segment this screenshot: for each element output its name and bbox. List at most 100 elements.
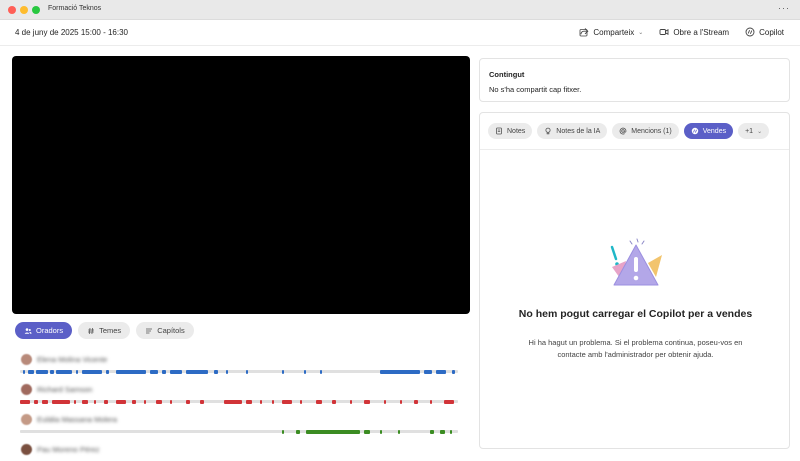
tab-topics[interactable]: Temes	[78, 322, 131, 339]
share-button[interactable]: Comparteix ⌄	[579, 27, 643, 37]
notes-icon	[496, 127, 502, 135]
people-icon	[24, 327, 32, 334]
speaking-segment[interactable]	[56, 369, 72, 374]
speaking-segment[interactable]	[186, 369, 208, 374]
speaking-segment[interactable]	[74, 399, 76, 404]
window-title: Formació Teknos	[48, 5, 102, 12]
speaking-segment[interactable]	[186, 399, 190, 404]
speaking-segment[interactable]	[272, 399, 274, 404]
speaking-segment[interactable]	[398, 429, 400, 434]
speaking-segment[interactable]	[144, 399, 146, 404]
speaking-segment[interactable]	[424, 369, 432, 374]
speaking-segment[interactable]	[28, 369, 34, 374]
speaking-segment[interactable]	[50, 369, 54, 374]
tab-chapters-label: Capítols	[157, 326, 185, 335]
speaking-segment[interactable]	[23, 369, 25, 374]
speaking-segment[interactable]	[116, 369, 146, 374]
speaking-segment[interactable]	[200, 399, 204, 404]
speaking-segment[interactable]	[320, 369, 322, 374]
speaker-timeline[interactable]	[20, 399, 458, 404]
speaker-timeline[interactable]	[20, 429, 458, 434]
speaker-timeline[interactable]	[20, 369, 458, 374]
speaking-segment[interactable]	[300, 399, 302, 404]
speaking-segment[interactable]	[364, 399, 370, 404]
speaking-segment[interactable]	[282, 369, 284, 374]
speaking-segment[interactable]	[384, 399, 386, 404]
speaker-row[interactable]: Richard Samson	[18, 382, 460, 412]
close-window-button[interactable]	[8, 6, 16, 14]
speaking-segment[interactable]	[282, 399, 292, 404]
speaking-segment[interactable]	[380, 429, 382, 434]
tab-ai-notes-label: Notes de la IA	[556, 127, 601, 135]
speaking-segment[interactable]	[450, 429, 452, 434]
speaker-row[interactable]: Eulàlia Massana Molera	[18, 412, 460, 442]
speaking-segment[interactable]	[400, 399, 402, 404]
more-tabs-label: +1	[745, 127, 754, 135]
speaking-segment[interactable]	[444, 399, 454, 404]
speaking-segment[interactable]	[380, 369, 420, 374]
speaking-segment[interactable]	[224, 399, 242, 404]
speaking-segment[interactable]	[82, 399, 88, 404]
speaking-segment[interactable]	[316, 399, 322, 404]
speaking-segment[interactable]	[150, 369, 158, 374]
open-in-stream-button[interactable]: Obre a l'Stream	[659, 27, 729, 37]
speaking-segment[interactable]	[304, 369, 306, 374]
chevron-down-icon: ⌄	[638, 29, 644, 36]
speaking-segment[interactable]	[104, 399, 108, 404]
speaking-segment[interactable]	[132, 399, 136, 404]
tab-sales-label: Vendes	[702, 127, 727, 135]
tab-sales[interactable]: Vendes	[683, 123, 734, 139]
tab-speakers[interactable]: Oradors	[15, 322, 73, 339]
speaking-segment[interactable]	[20, 399, 30, 404]
zoom-window-button[interactable]	[32, 6, 40, 14]
speaking-segment[interactable]	[246, 369, 248, 374]
speaking-segment[interactable]	[260, 399, 262, 404]
warning-illustration-icon	[610, 238, 662, 286]
avatar	[21, 444, 32, 455]
speaking-segment[interactable]	[364, 429, 370, 434]
speaking-segment[interactable]	[214, 369, 218, 374]
speaking-segment[interactable]	[430, 399, 432, 404]
speaking-segment[interactable]	[436, 369, 446, 374]
speaking-segment[interactable]	[306, 429, 360, 434]
speaking-segment[interactable]	[452, 369, 455, 374]
speaking-segment[interactable]	[296, 429, 300, 434]
tab-mentions[interactable]: Mencions (1)	[612, 123, 679, 139]
speaking-segment[interactable]	[350, 399, 352, 404]
speaking-segment[interactable]	[226, 369, 228, 374]
speaking-segment[interactable]	[106, 369, 109, 374]
speaking-segment[interactable]	[246, 399, 252, 404]
speaking-segment[interactable]	[36, 369, 48, 374]
speaking-segment[interactable]	[116, 399, 126, 404]
share-label: Comparteix	[593, 27, 635, 37]
speaking-segment[interactable]	[82, 369, 102, 374]
speaker-row[interactable]: Pau Moreno Pérez	[18, 442, 460, 461]
speaking-segment[interactable]	[76, 369, 78, 374]
speaking-segment[interactable]	[332, 399, 336, 404]
minimize-window-button[interactable]	[20, 6, 28, 14]
speaking-segment[interactable]	[42, 399, 48, 404]
divider	[480, 149, 789, 150]
tab-chapters[interactable]: Capítols	[136, 322, 194, 339]
speaking-segment[interactable]	[156, 399, 162, 404]
video-player[interactable]	[12, 56, 470, 314]
speaking-segment[interactable]	[52, 399, 70, 404]
tab-ai-notes[interactable]: Notes de la IA	[537, 123, 608, 139]
speaking-segment[interactable]	[170, 399, 172, 404]
speaker-row[interactable]: Elena Molina Vicente	[18, 352, 460, 382]
window-more-button[interactable]: ···	[778, 3, 790, 13]
more-tabs-button[interactable]: +1 ⌄	[738, 123, 770, 139]
speaking-segment[interactable]	[282, 429, 284, 434]
speaking-segment[interactable]	[34, 399, 38, 404]
tab-notes[interactable]: Notes	[488, 123, 533, 139]
tab-speakers-label: Oradors	[36, 326, 64, 335]
speaking-segment[interactable]	[170, 369, 182, 374]
at-sign-icon	[619, 127, 627, 135]
copilot-button[interactable]: Copilot	[745, 27, 784, 37]
speaking-segment[interactable]	[94, 399, 96, 404]
header-actions: Comparteix ⌄ Obre a l'Stream Copilot	[579, 27, 784, 37]
speaking-segment[interactable]	[430, 429, 434, 434]
speaking-segment[interactable]	[414, 399, 418, 404]
speaking-segment[interactable]	[440, 429, 445, 434]
speaking-segment[interactable]	[162, 369, 166, 374]
